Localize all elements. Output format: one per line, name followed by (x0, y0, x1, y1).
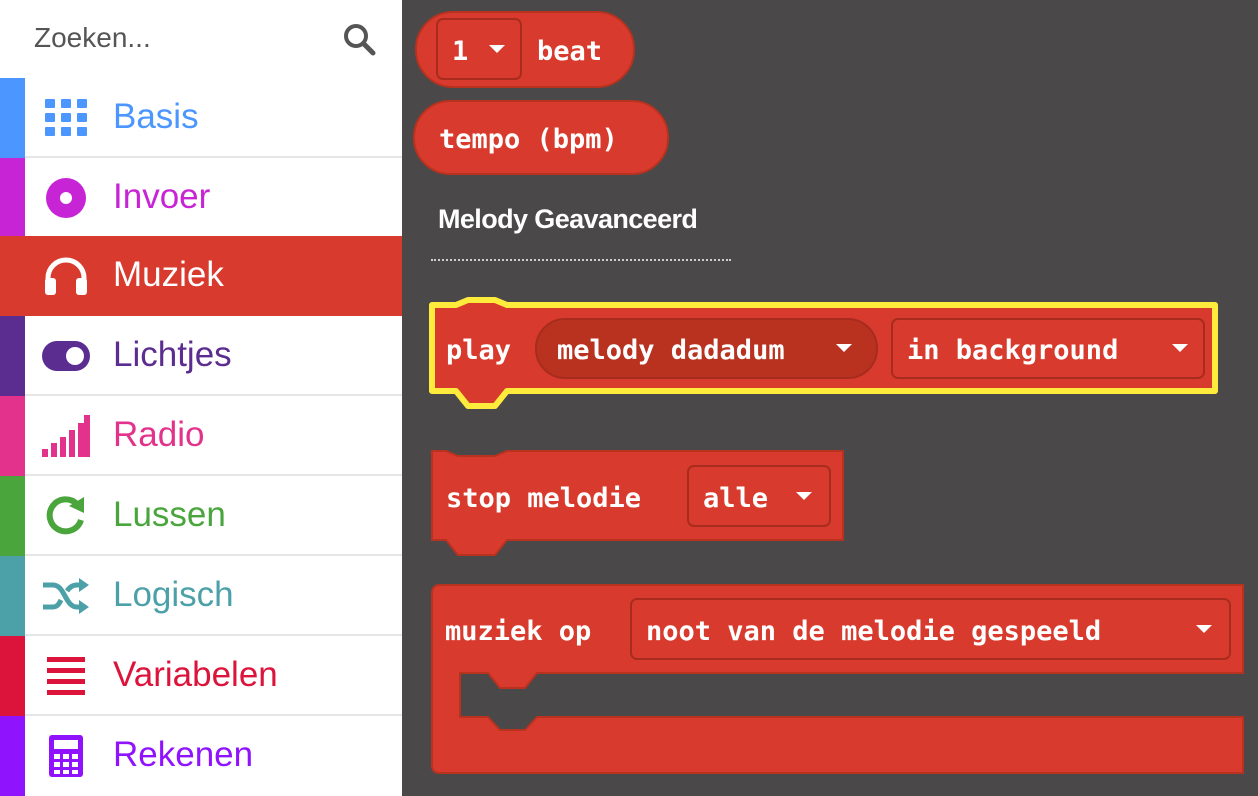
category-label-invoer: Invoer (113, 177, 211, 216)
category-variabelen[interactable]: Variabelen (0, 636, 402, 716)
category-label-variabelen: Variabelen (113, 655, 278, 694)
category-color-bar (0, 236, 25, 316)
category-color-bar (0, 556, 25, 636)
category-radio[interactable]: Radio (0, 396, 402, 476)
flyout-workspace: 1 beat tempo (bpm) play melody dadadum i… (402, 0, 1258, 792)
category-color-bar (0, 396, 25, 476)
category-logisch[interactable]: Logisch (0, 556, 402, 636)
beat-label: beat (537, 36, 602, 67)
grid-icon (42, 96, 90, 140)
play-label: play (446, 335, 511, 366)
music-event-label: muziek op (445, 616, 591, 647)
section-divider (431, 259, 731, 261)
event-option-text: noot van de melodie gespeeld (646, 616, 1101, 647)
category-rekenen[interactable]: Rekenen (0, 716, 402, 796)
beat-block[interactable]: 1 beat (415, 11, 635, 88)
category-label-muziek: Muziek (113, 255, 224, 294)
mode-text: in background (907, 335, 1118, 366)
category-muziek[interactable]: Muziek (0, 236, 402, 316)
category-label-rekenen: Rekenen (113, 735, 254, 774)
play-melody-block[interactable]: play melody dadadum in background (429, 297, 1218, 409)
toolbox: Basis Invoer Muziek (0, 0, 402, 796)
toggle-icon (42, 334, 90, 378)
search-input[interactable] (34, 16, 324, 60)
category-label-radio: Radio (113, 415, 205, 454)
category-color-bar (0, 316, 25, 396)
category-label-logisch: Logisch (113, 575, 234, 614)
tempo-block[interactable]: tempo (bpm) (413, 100, 669, 175)
headphones-icon (42, 254, 90, 298)
category-color-bar (0, 158, 25, 238)
list-icon (42, 654, 90, 698)
stop-melody-label: stop melodie (446, 483, 641, 514)
category-color-bar (0, 78, 25, 158)
category-lussen[interactable]: Lussen (0, 476, 402, 556)
category-color-bar (0, 716, 25, 796)
calculator-icon (42, 734, 90, 778)
signal-bars-icon (42, 414, 90, 458)
refresh-icon (42, 494, 90, 538)
beat-value-text: 1 (452, 36, 468, 67)
category-color-bar (0, 476, 25, 556)
beat-value-dropdown[interactable] (436, 18, 522, 80)
tempo-label: tempo (bpm) (439, 124, 618, 155)
category-color-bar (0, 636, 25, 716)
melody-text: melody dadadum (557, 335, 785, 366)
category-label-lichtjes: Lichtjes (113, 335, 232, 374)
section-heading: Melody Geavanceerd (438, 204, 698, 234)
category-label-basis: Basis (113, 97, 199, 136)
shuffle-icon (42, 574, 90, 618)
music-event-block[interactable]: muziek op noot van de melodie gespeeld (431, 584, 1244, 774)
search-icon[interactable] (340, 20, 380, 60)
target-circle-icon (42, 176, 90, 220)
category-lichtjes[interactable]: Lichtjes (0, 316, 402, 396)
category-label-lussen: Lussen (113, 495, 226, 534)
stop-melody-block[interactable]: stop melodie alle (431, 450, 844, 556)
search-bar (0, 0, 402, 78)
category-invoer[interactable]: Invoer (0, 158, 402, 238)
category-basis[interactable]: Basis (0, 78, 402, 158)
stop-option-text: alle (703, 483, 768, 514)
